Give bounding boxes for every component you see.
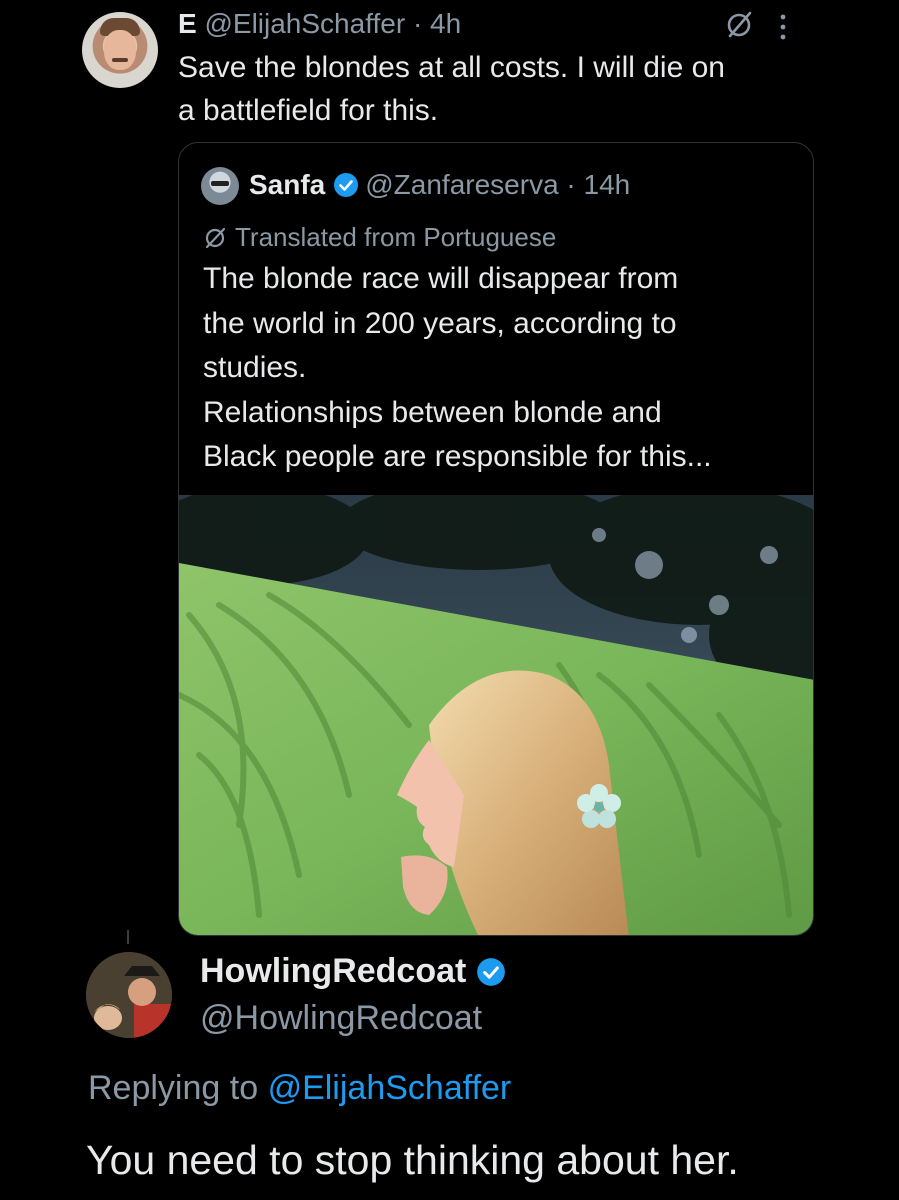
quote-text-line: Relationships between blonde and — [203, 395, 662, 429]
quote-text-line: studies. — [203, 351, 307, 384]
quote-text-line: The blonde race will disappear from — [203, 262, 679, 295]
replying-to-mention-link[interactable]: @ElijahSchaffer — [268, 1069, 512, 1107]
quote-text: The blonde race will disappear from the … — [203, 257, 803, 480]
tweet-text: Save the blondes at all costs. I will di… — [178, 46, 838, 132]
reply-display-name[interactable]: HowlingRedcoat — [200, 952, 466, 990]
avatar-elijahschaffer[interactable] — [82, 12, 158, 88]
thread-connector — [127, 930, 129, 944]
quote-time[interactable]: 14h — [584, 169, 631, 200]
quote-separator: · — [566, 169, 576, 200]
quoted-tweet-card[interactable]: Sanfa @Zanfareserva · 14h Translated from… — [178, 142, 814, 936]
verified-badge-icon — [334, 173, 359, 197]
tweet-time[interactable]: 4h — [430, 8, 461, 39]
translated-label[interactable]: Translated from Portuguese — [203, 217, 556, 257]
replying-to-line: Replying to @ElijahSchaffer — [88, 1064, 511, 1112]
tweet-text-line: a battlefield for this. — [178, 94, 439, 127]
quote-text-line: the world in 200 years, according to — [203, 306, 677, 340]
more-options-icon[interactable] — [777, 12, 789, 42]
tweet-separator: · — [412, 8, 423, 39]
quote-handle[interactable]: @Zanfareserva — [365, 169, 558, 200]
grok-icon[interactable] — [724, 10, 754, 40]
avatar-zanfareserva[interactable] — [201, 167, 239, 205]
quote-display-name[interactable]: Sanfa — [249, 169, 325, 200]
reply-header: HowlingRedcoat — [200, 950, 512, 992]
grok-icon — [205, 227, 226, 249]
tweet-display-name[interactable]: E — [178, 8, 197, 39]
quote-header: Sanfa @Zanfareserva · 14h — [249, 165, 630, 205]
tweet-handle[interactable]: @ElijahSchaffer — [204, 8, 405, 39]
tweet-text-line: Save the blondes at all costs. I will di… — [178, 51, 725, 84]
reply-text: You need to stop thinking about her. — [86, 1137, 739, 1183]
replying-prefix: Replying to — [88, 1069, 259, 1107]
quote-media-photo[interactable] — [179, 495, 814, 936]
verified-badge-icon — [477, 958, 506, 986]
translated-text: Translated from Portuguese — [235, 222, 557, 252]
tweet-header: E @ElijahSchaffer · 4h — [178, 6, 461, 42]
quote-text-line: Black people are responsible for this... — [203, 440, 712, 473]
avatar-howlingredcoat[interactable] — [86, 952, 172, 1038]
reply-handle[interactable]: @HowlingRedcoat — [200, 996, 482, 1040]
